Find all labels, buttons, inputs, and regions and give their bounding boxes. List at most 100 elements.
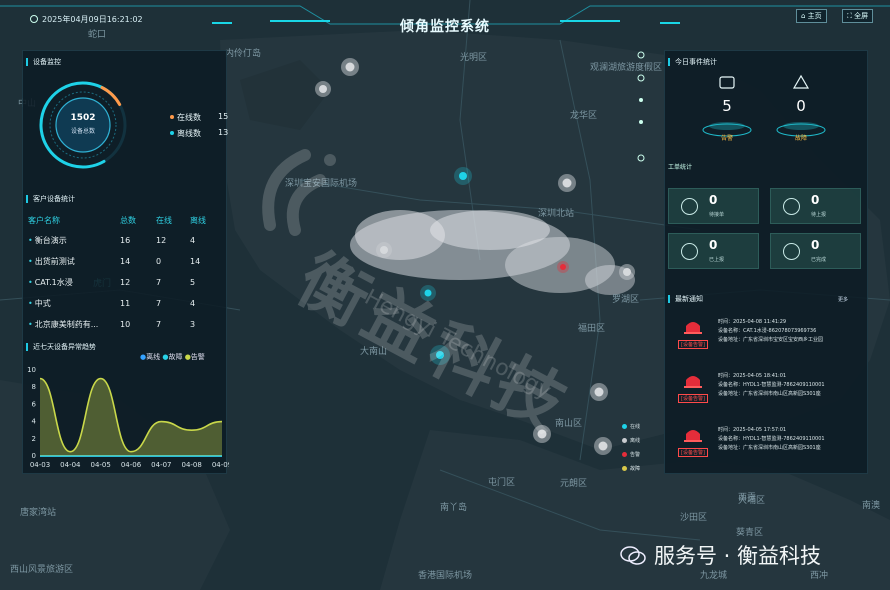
workorder-card-pending[interactable]: 0 待接单 xyxy=(668,188,759,224)
notice-time: 时间：2025-04-05 17:57:01 xyxy=(718,427,787,433)
offline-count-row: 离线数 13 xyxy=(170,128,228,139)
cell-offline: 4 xyxy=(190,236,196,245)
y-tick-label: 2 xyxy=(32,435,36,443)
siren-icon xyxy=(684,430,702,442)
map-label: 葵青区 xyxy=(736,528,764,538)
cell-offline: 3 xyxy=(190,320,196,329)
arrow-right-icon xyxy=(783,198,800,215)
x-tick-label: 04-04 xyxy=(60,461,81,469)
offline-label: 离线数 xyxy=(177,129,201,138)
map-legend-offline[interactable]: 离线 xyxy=(622,437,640,444)
cell-name: 出货前测试 xyxy=(28,251,120,272)
map-legend-online[interactable]: 在线 xyxy=(622,423,640,430)
column-header: 客户名称 xyxy=(28,216,60,225)
legend-dot-icon xyxy=(622,466,627,471)
workorder-value: 0 xyxy=(709,193,718,207)
table-row[interactable]: 北京康美制药有...10 7 3 xyxy=(28,314,223,335)
alarm-icon xyxy=(719,76,735,89)
offline-value: 13 xyxy=(218,128,229,137)
x-tick-label: 04-08 xyxy=(181,461,201,469)
notice-address: 设备地址：广东省深圳市宝安区宝安西乡工业园 xyxy=(718,337,824,343)
upload-icon xyxy=(681,243,698,260)
notice-tag: [设备告警] xyxy=(678,340,708,349)
offline-marker[interactable] xyxy=(594,437,612,455)
wechat-watermark: 服务号 · 衡益科技 xyxy=(620,540,821,570)
map-label: 屯门区 xyxy=(488,478,516,488)
home-icon: ⌂ xyxy=(801,12,808,20)
alarm-marker[interactable] xyxy=(557,261,569,273)
notice-device: 设备名称：HYDL1-智慧监测-7862409110001 xyxy=(718,436,825,442)
offline-marker[interactable] xyxy=(315,81,331,97)
home-button[interactable]: ⌂ 主页 xyxy=(796,9,827,23)
column-header: 总数 xyxy=(120,216,136,225)
workorder-label: 待上报 xyxy=(811,212,827,218)
legend-label: 离线 xyxy=(630,438,641,444)
workorder-card-to-report[interactable]: 0 待上报 xyxy=(770,188,861,224)
legend-dot-icon xyxy=(622,452,627,457)
customer-table: 客户名称 总数 在线 离线 衡台演示16124 出货前测试14014 CAT.1… xyxy=(28,211,223,335)
legend-label: 在线 xyxy=(630,424,641,430)
device-gauge xyxy=(39,81,127,169)
x-tick-label: 04-06 xyxy=(121,461,142,469)
alarm-count: 5 xyxy=(722,97,732,115)
map-label: 观澜湖旅游度假区 xyxy=(590,63,663,73)
y-tick-label: 4 xyxy=(32,418,37,426)
offline-marker[interactable] xyxy=(558,174,576,192)
offline-marker[interactable] xyxy=(590,383,608,401)
online-dot-icon xyxy=(170,115,174,119)
check-icon xyxy=(783,243,800,260)
notices-more-link[interactable]: 更多 xyxy=(838,296,848,303)
workorder-label: 已完成 xyxy=(811,257,827,263)
cell-offline: 5 xyxy=(190,278,196,287)
siren-icon xyxy=(684,322,702,334)
column-header: 离线 xyxy=(190,216,206,225)
cell-offline: 4 xyxy=(190,299,196,308)
trend-chart[interactable]: 0 2 4 6 8 10 04-03 04-04 04-05 04-06 04-07 04-08 04-… xyxy=(24,348,229,470)
notice-tag: [设备告警] xyxy=(678,448,708,457)
workorder-card-reported[interactable]: 0 已上报 xyxy=(668,233,759,269)
notice-device: 设备名称：HYDL1-智慧监测-7862409110001 xyxy=(718,382,825,388)
table-row[interactable]: CAT.1水浸12 7 5 xyxy=(28,272,223,293)
x-tick-label: 04-05 xyxy=(90,461,110,469)
online-label: 在线数 xyxy=(177,113,201,122)
map-legend-fault[interactable]: 故障 xyxy=(622,465,640,472)
section-title-today-events: 今日事件统计 xyxy=(668,58,717,66)
offline-marker[interactable] xyxy=(341,58,359,76)
notice-tag: [设备告警] xyxy=(678,394,708,403)
table-row[interactable]: 衡台演示16 12 4 xyxy=(28,230,223,251)
y-tick-label: 6 xyxy=(32,400,37,408)
series-area-告警 xyxy=(40,378,222,456)
notice-item[interactable]: [设备告警] 时间：2025-04-05 17:57:01 设备名称：HYDL1… xyxy=(672,420,857,465)
notice-address: 设备地址：广东省深圳市南山区高新园S301座 xyxy=(718,445,821,451)
y-tick-label: 8 xyxy=(32,383,36,391)
table-row[interactable]: 出货前测试14014 xyxy=(28,251,223,272)
workorder-label: 待接单 xyxy=(709,212,725,218)
cell-total: 12 xyxy=(120,278,131,287)
table-row[interactable]: 中式11 7 4 xyxy=(28,293,223,314)
section-title-customer-stats: 客户设备统计 xyxy=(26,195,75,203)
fullscreen-button[interactable]: ⛶ 全屏 xyxy=(842,9,874,23)
cell-online: 0 xyxy=(156,257,162,266)
y-tick-label: 10 xyxy=(27,366,36,374)
legend-dot-icon xyxy=(622,438,627,443)
header-bar: 2025年04月09日16:21:02 倾角监控系统 ⌂ 主页 ⛶ 全屏 xyxy=(0,0,890,40)
alarm-label: 告警 xyxy=(720,135,733,142)
workorder-card-done[interactable]: 0 已完成 xyxy=(770,233,861,269)
online-value: 15 xyxy=(218,112,229,121)
map-label: 罗湖区 xyxy=(612,295,640,305)
clock-icon xyxy=(681,198,698,215)
map-legend-alarm[interactable]: 告警 xyxy=(622,451,640,458)
workorder-label: 已上报 xyxy=(709,257,725,263)
online-marker[interactable] xyxy=(454,167,472,185)
offline-marker[interactable] xyxy=(619,264,635,280)
cell-total: 10 xyxy=(120,320,131,329)
notice-item[interactable]: [设备告警] 时间：2025-04-05 18:41:01 设备名称：HYDL1… xyxy=(672,366,857,411)
notice-item[interactable]: [设备告警] 时间：2025-04-08 11:41:29 设备名称：CAT.1… xyxy=(672,312,857,357)
section-title-work-orders: 工单统计 xyxy=(668,164,693,171)
x-tick-label: 04-03 xyxy=(30,461,50,469)
notice-address: 设备地址：广东省深圳市南山区高新园S301座 xyxy=(718,391,821,397)
workorder-value: 0 xyxy=(811,238,820,252)
map-label: 深圳北站 xyxy=(538,209,575,219)
fault-count: 0 xyxy=(796,97,806,115)
table-header-row: 客户名称 总数 在线 离线 xyxy=(28,211,223,230)
